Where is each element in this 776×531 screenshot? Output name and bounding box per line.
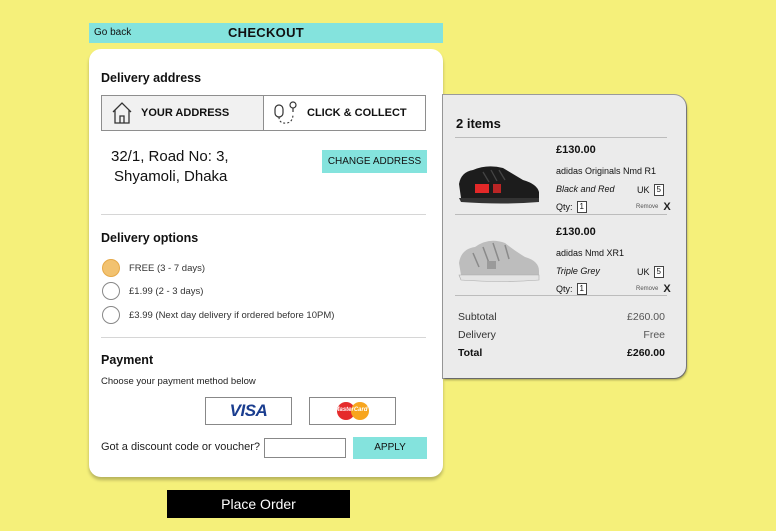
subtotal-label: Subtotal: [458, 311, 497, 323]
checkout-form-card: Delivery address YOUR ADDRESS CLICK & CO…: [89, 49, 443, 477]
item-name: adidas Nmd XR1: [556, 248, 625, 258]
tab-your-address[interactable]: YOUR ADDRESS: [102, 96, 263, 130]
item-color: Triple Grey: [556, 266, 600, 276]
divider: [101, 337, 426, 338]
item-price: £130.00: [556, 226, 596, 238]
delivery-option-label: £3.99 (Next day delivery if ordered befo…: [129, 309, 335, 321]
size-label: UK: [637, 185, 650, 195]
delivery-label: Delivery: [458, 329, 496, 341]
item-quantity: Qty: 1: [556, 283, 587, 295]
discount-code-input[interactable]: [264, 438, 346, 458]
total-value: £260.00: [627, 347, 665, 359]
subtotal-row: Subtotal £260.00: [458, 311, 665, 323]
payment-subheading: Choose your payment method below: [101, 376, 256, 387]
radio-selected[interactable]: [102, 259, 120, 277]
change-address-button[interactable]: CHANGE ADDRESS: [322, 150, 427, 173]
remove-item-button[interactable]: Remove X: [636, 283, 671, 295]
radio-unselected[interactable]: [102, 306, 120, 324]
item-price: £130.00: [556, 144, 596, 156]
tab-click-and-collect-label: CLICK & COLLECT: [307, 107, 407, 119]
house-icon: [112, 102, 132, 124]
remove-label: Remove: [636, 204, 659, 210]
delivery-address-text: 32/1, Road No: 3, Shyamoli, Dhaka: [111, 147, 229, 187]
delivery-option-label: FREE (3 - 7 days): [129, 262, 206, 274]
place-order-button[interactable]: Place Order: [167, 490, 350, 518]
discount-label: Got a discount code or voucher?: [101, 441, 260, 453]
delivery-option-free[interactable]: FREE (3 - 7 days): [102, 259, 205, 277]
address-line-1: 32/1, Road No: 3,: [111, 148, 229, 165]
order-summary-panel: 2 items £130.00 adidas Originals Nmd R1 …: [443, 95, 686, 378]
remove-item-button[interactable]: Remove X: [636, 201, 671, 213]
delivery-row: Delivery Free: [458, 329, 665, 341]
qty-label: Qty:: [556, 202, 573, 212]
radio-unselected[interactable]: [102, 282, 120, 300]
visa-payment-option[interactable]: VISA: [205, 397, 292, 425]
close-icon: X: [663, 201, 671, 213]
total-label: Total: [458, 347, 483, 359]
checkout-header: Go back CHECKOUT: [89, 23, 443, 43]
delivery-option-next-day[interactable]: £3.99 (Next day delivery if ordered befo…: [102, 306, 334, 324]
delivery-address-heading: Delivery address: [101, 71, 202, 85]
payment-heading: Payment: [101, 353, 154, 367]
item-name: adidas Originals Nmd R1: [556, 166, 657, 176]
item-size: UK 5: [637, 184, 664, 196]
page-title: CHECKOUT: [227, 25, 305, 40]
tab-your-address-label: YOUR ADDRESS: [141, 107, 230, 119]
items-count: 2 items: [456, 116, 501, 131]
subtotal-value: £260.00: [627, 311, 665, 323]
divider: [455, 295, 667, 296]
delivery-value: Free: [643, 329, 665, 341]
delivery-options-heading: Delivery options: [101, 231, 199, 245]
visa-logo: VISA: [229, 401, 268, 420]
mastercard-payment-option[interactable]: MasterCard: [309, 397, 396, 425]
address-line-2: Shyamoli, Dhaka: [114, 168, 228, 185]
divider: [101, 214, 426, 215]
apply-button[interactable]: APPLY: [353, 437, 427, 459]
size-label: UK: [637, 267, 650, 277]
delivery-option-standard[interactable]: £1.99 (2 - 3 days): [102, 282, 203, 300]
item-size: UK 5: [637, 266, 664, 278]
remove-label: Remove: [636, 286, 659, 292]
qty-label: Qty:: [556, 284, 573, 294]
shoe-image: [459, 166, 539, 204]
cart-item: £130.00 adidas Originals Nmd R1 Black an…: [443, 144, 686, 222]
map-pin-icon: [274, 101, 297, 124]
close-icon: X: [663, 283, 671, 295]
shoe-image: [458, 240, 540, 282]
qty-input[interactable]: 1: [576, 201, 587, 213]
divider: [455, 137, 667, 138]
item-color: Black and Red: [556, 184, 615, 194]
total-row: Total £260.00: [458, 347, 665, 359]
qty-input[interactable]: 1: [576, 283, 587, 295]
address-type-toggle: YOUR ADDRESS CLICK & COLLECT: [101, 95, 426, 131]
size-select[interactable]: 5: [653, 184, 664, 196]
divider: [455, 214, 667, 215]
tab-click-and-collect[interactable]: CLICK & COLLECT: [263, 96, 425, 130]
size-select[interactable]: 5: [653, 266, 664, 278]
cart-item: £130.00 adidas Nmd XR1 Triple Grey UK 5 …: [443, 226, 686, 304]
delivery-option-label: £1.99 (2 - 3 days): [129, 285, 204, 297]
item-quantity: Qty: 1: [556, 201, 587, 213]
mastercard-logo: MasterCard: [335, 402, 369, 420]
